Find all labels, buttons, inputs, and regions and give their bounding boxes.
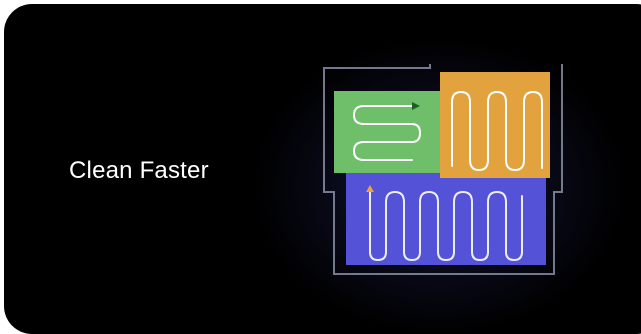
floor-map-illustration xyxy=(323,64,563,275)
feature-title: Clean Faster xyxy=(69,157,209,184)
zone-orange xyxy=(440,72,550,178)
feature-card: Clean Faster xyxy=(4,4,641,334)
zone-blue xyxy=(346,173,546,265)
